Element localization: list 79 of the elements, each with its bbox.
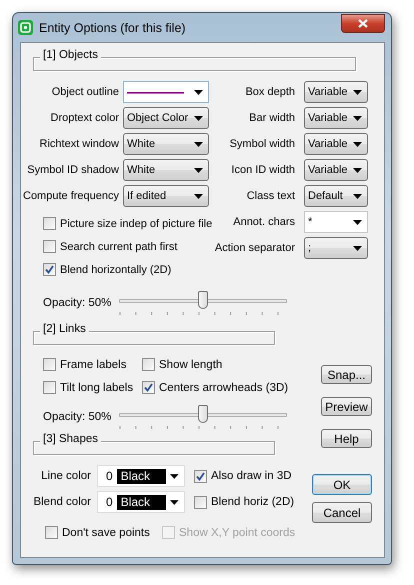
dropdown[interactable]: ; xyxy=(304,237,368,259)
section-title: [1] Objects xyxy=(40,49,101,61)
caret-icon xyxy=(353,116,362,120)
caret-icon xyxy=(170,474,179,478)
close-icon xyxy=(358,18,368,28)
checkbox-label: Show X,Y point coords xyxy=(179,526,296,538)
push-button[interactable]: Preview xyxy=(321,397,372,416)
dropdown[interactable]: Variable xyxy=(304,81,368,103)
checkbox-label: Search current path first xyxy=(60,240,178,252)
checkbox-label: Picture size indep of picture file xyxy=(60,218,212,230)
field-label: Annot. chars xyxy=(232,216,295,228)
dropdown[interactable]: Variable xyxy=(304,159,368,181)
checkbox[interactable] xyxy=(194,470,207,482)
caret-icon xyxy=(194,168,203,172)
push-button[interactable]: Snap... xyxy=(321,365,372,384)
slider-thumb[interactable] xyxy=(198,405,208,423)
checkbox[interactable] xyxy=(43,358,56,371)
checkbox[interactable] xyxy=(43,217,56,230)
caret-icon xyxy=(194,194,203,198)
caret-icon xyxy=(170,500,179,504)
dropdown[interactable]: White xyxy=(123,159,209,181)
caret-icon xyxy=(353,142,362,146)
checkbox-label: Blend horizontally (2D) xyxy=(60,264,172,276)
push-button[interactable]: Cancel xyxy=(312,502,372,523)
caret-icon xyxy=(194,142,203,146)
checkbox[interactable] xyxy=(142,381,155,394)
caret-icon xyxy=(353,220,362,224)
checkbox[interactable] xyxy=(43,381,56,394)
close-button[interactable] xyxy=(341,14,385,32)
field-label: Bar width xyxy=(248,112,295,124)
field-label: Class text xyxy=(246,190,295,202)
app-icon xyxy=(18,20,33,35)
checkbox[interactable] xyxy=(45,526,58,539)
push-button[interactable]: Help xyxy=(321,429,372,448)
field-label: Compute frequency xyxy=(22,190,119,202)
field-label: Action separator xyxy=(214,242,295,254)
checkbox[interactable] xyxy=(142,358,155,371)
caret-icon xyxy=(353,194,362,198)
caret-icon xyxy=(353,168,362,172)
section-title: [2] Links xyxy=(40,323,89,335)
checkbox-label: Also draw in 3D xyxy=(211,470,292,482)
checkbox-label: Don't save points xyxy=(62,526,150,538)
field-label: Icon ID width xyxy=(230,164,295,176)
caret-icon xyxy=(353,246,362,250)
field-label: Symbol ID shadow xyxy=(26,164,119,176)
color-dropdown[interactable]: 0 Black xyxy=(97,491,185,513)
section-title: [3] Shapes xyxy=(40,433,101,445)
dropdown[interactable]: Variable xyxy=(304,107,368,129)
checkbox[interactable] xyxy=(43,263,56,276)
checkbox-label: Tilt long labels xyxy=(60,382,134,394)
dropdown[interactable]: Object Color xyxy=(123,107,209,129)
color-dropdown[interactable]: 0 Black xyxy=(97,465,185,487)
checkbox-label: Centers arrowheads (3D) xyxy=(159,382,288,394)
dropdown[interactable]: If edited xyxy=(123,185,209,207)
checkbox-label: Blend horiz (2D) xyxy=(211,496,294,508)
checkbox-label: Frame labels xyxy=(60,358,126,370)
caret-icon xyxy=(353,90,362,94)
caret-icon xyxy=(194,90,203,94)
dropdown[interactable]: White xyxy=(123,133,209,155)
field-label: Droptext color xyxy=(50,112,119,124)
field-label: Line color xyxy=(40,470,91,482)
dropdown[interactable]: Default xyxy=(304,185,368,207)
caret-icon xyxy=(194,116,203,120)
window-title: Entity Options (for this file) xyxy=(39,20,187,34)
field-label: Box depth xyxy=(244,86,295,98)
checkbox[interactable] xyxy=(43,240,56,253)
checkbox[interactable] xyxy=(194,496,207,508)
checkbox-label: Show length xyxy=(159,358,222,370)
dropdown[interactable]: Variable xyxy=(304,133,368,155)
push-button[interactable]: OK xyxy=(312,474,372,495)
field-label: Blend color xyxy=(32,496,91,508)
field-label: Symbol width xyxy=(228,138,295,150)
line-style-dropdown[interactable] xyxy=(123,81,209,103)
combo-box[interactable]: * xyxy=(304,211,368,233)
slider-label: Opacity: 50% xyxy=(43,297,112,309)
field-label: Richtext window xyxy=(38,138,119,150)
field-label: Object outline xyxy=(50,86,119,98)
slider-label: Opacity: 50% xyxy=(43,411,112,423)
slider-thumb[interactable] xyxy=(198,291,208,309)
